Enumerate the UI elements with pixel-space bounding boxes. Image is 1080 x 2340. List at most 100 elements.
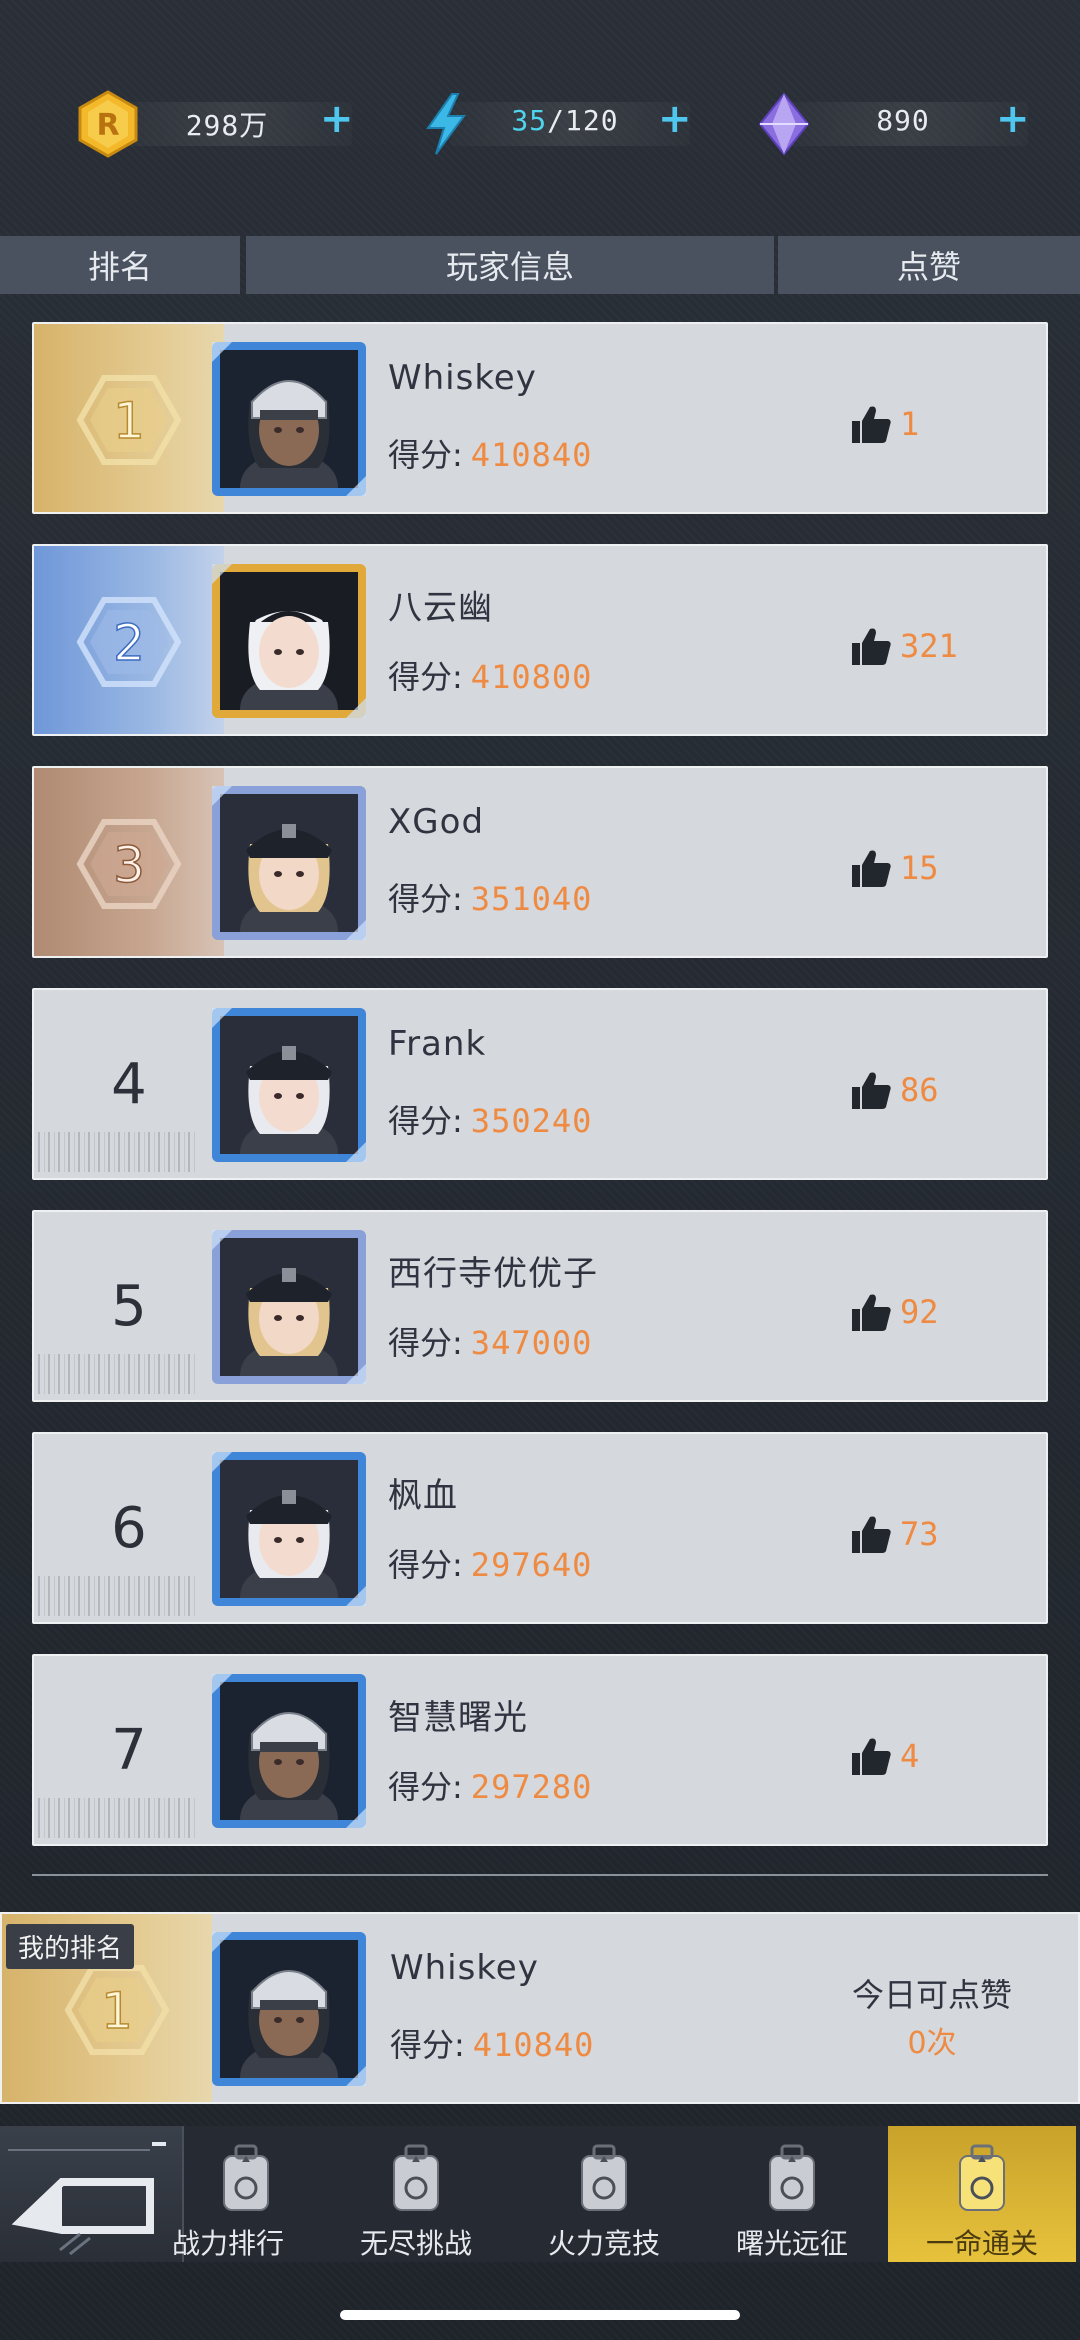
player-avatar[interactable] (210, 1672, 368, 1830)
thumbs-up-icon (852, 406, 891, 443)
bottom-nav: 战力排行 无尽挑战 火力竞技 曙光远征 一命通关 (0, 2126, 1080, 2262)
like-button[interactable]: 92 (850, 1290, 939, 1334)
silver-rank-badge-icon: 2 (76, 597, 182, 687)
table-row: 1 Whiskey 得分: 410840 1 (32, 322, 1048, 514)
coin-icon: R (78, 90, 138, 158)
thumbs-up-icon (852, 1738, 891, 1775)
gold-rank-badge-icon: 1 (76, 375, 182, 465)
nav-tab-label: 战力排行 (171, 2227, 284, 2260)
player-name: Frank (388, 1024, 487, 1064)
home-indicator[interactable] (340, 2310, 740, 2320)
player-score: 得分: 351040 (388, 880, 593, 918)
my-rank-card: 1 我的排名 Whiskey 得分: 410840 今日可点赞 0次 (0, 1912, 1080, 2104)
portrait-icon (212, 786, 366, 940)
portrait-icon (212, 1452, 366, 1606)
thumbs-up-icon (852, 850, 891, 887)
player-score: 得分: 297640 (388, 1546, 593, 1584)
gold-rank-badge-icon: 1 (64, 1965, 170, 2055)
nav-tab-1[interactable]: 战力排行 (152, 2126, 340, 2262)
player-avatar[interactable] (210, 1006, 368, 1164)
like-button[interactable]: 4 (850, 1734, 919, 1778)
like-count: 86 (900, 1071, 939, 1109)
player-name: 西行寺优优子 (388, 1254, 598, 1294)
nav-tab-label: 火力竞技 (547, 2227, 660, 2260)
player-avatar[interactable] (210, 784, 368, 942)
energy-value: 35/120 (511, 104, 619, 137)
like-count: 4 (900, 1737, 920, 1775)
coin-value: 298万 (185, 109, 269, 142)
like-count: 15 (900, 849, 939, 887)
lightning-icon (426, 93, 466, 155)
svg-text:R: R (96, 108, 119, 143)
table-row: 6 枫血得分: 297640 73 (32, 1432, 1048, 1624)
table-row: 5 西行寺优优子 得分: 347000 92 (32, 1210, 1048, 1402)
player-avatar[interactable] (210, 1228, 368, 1386)
svg-text:1: 1 (113, 392, 145, 450)
player-score: 得分: 410800 (388, 658, 593, 696)
backpack-icon (223, 2144, 269, 2211)
like-button[interactable]: 15 (850, 846, 939, 890)
my-score: 得分: 410840 (390, 2026, 595, 2064)
nav-tab-2[interactable]: 无尽挑战 (322, 2126, 510, 2262)
table-row: 4 Frank 得分: 350240 86 (32, 988, 1048, 1180)
nav-tab-3[interactable]: 火力竞技 (510, 2126, 698, 2262)
portrait-icon (212, 342, 366, 496)
player-avatar[interactable] (210, 1450, 368, 1608)
table-row: 2 八云幽得分: 410800 321 (32, 544, 1048, 736)
player-name: XGod (388, 802, 485, 842)
like-button[interactable]: 73 (850, 1512, 939, 1556)
like-button[interactable]: 1 (850, 402, 919, 446)
portrait-icon (212, 1008, 366, 1162)
add-coins-button[interactable]: + (320, 96, 354, 142)
gem-value: 890 (876, 104, 930, 137)
player-avatar[interactable] (210, 562, 368, 720)
player-name: 智慧曙光 (388, 1698, 528, 1738)
nav-tab-4[interactable]: 曙光远征 (698, 2126, 886, 2262)
today-likes-remaining: 今日可点赞 0次 (822, 1970, 1042, 2062)
table-row: 7 智慧曙光 得分: 297280 4 (32, 1654, 1048, 1846)
svg-text:1: 1 (101, 1982, 133, 2040)
currency-bar: R 298万 + 35/120 + 890 + (0, 88, 1080, 160)
thumbs-up-icon (852, 1294, 891, 1331)
svg-text:2: 2 (113, 614, 145, 672)
like-button[interactable]: 86 (850, 1068, 939, 1112)
like-button[interactable]: 321 (850, 624, 958, 668)
player-name: 八云幽 (388, 588, 493, 628)
thumbs-up-icon (852, 1072, 891, 1109)
nav-tab-label: 一命通关 (925, 2227, 1038, 2260)
thumbs-up-icon (852, 628, 891, 665)
player-score: 得分: 350240 (388, 1102, 593, 1140)
today-likes-label: 今日可点赞 (851, 1976, 1012, 2014)
player-avatar[interactable] (210, 340, 368, 498)
today-likes-value: 0次 (907, 2026, 957, 2061)
crystal-icon (758, 92, 810, 156)
nav-tab-5[interactable]: 一命通关 (888, 2126, 1076, 2262)
like-count: 73 (900, 1515, 939, 1553)
backpack-icon (959, 2144, 1005, 2211)
portrait-icon (212, 1230, 366, 1384)
player-name: 枫血 (388, 1476, 458, 1516)
rank-number: 7 (111, 1717, 147, 1783)
rank-number: 4 (111, 1051, 147, 1117)
my-rank-tag: 我的排名 (6, 1924, 135, 1969)
nav-tab-label: 无尽挑战 (359, 2227, 472, 2260)
rank-number: 6 (111, 1495, 147, 1561)
thumbs-up-icon (852, 1516, 891, 1553)
header-rank: 排名 (0, 236, 240, 294)
add-energy-button[interactable]: + (658, 96, 692, 142)
add-gems-button[interactable]: + (996, 96, 1030, 142)
like-count: 1 (900, 405, 920, 443)
header-likes: 点赞 (778, 236, 1080, 294)
bronze-rank-badge-icon: 3 (76, 819, 182, 909)
table-row: 3 XGod 得分: 351040 15 (32, 766, 1048, 958)
my-player-name: Whiskey (390, 1948, 539, 1988)
player-score: 得分: 347000 (388, 1324, 593, 1362)
portrait-icon (212, 564, 366, 718)
backpack-icon (393, 2144, 439, 2211)
rank-number: 5 (111, 1273, 147, 1339)
portrait-icon (212, 1674, 366, 1828)
svg-text:3: 3 (113, 836, 145, 894)
my-avatar[interactable] (210, 1930, 368, 2088)
divider (32, 1874, 1048, 1876)
header-player-info: 玩家信息 (246, 236, 774, 294)
